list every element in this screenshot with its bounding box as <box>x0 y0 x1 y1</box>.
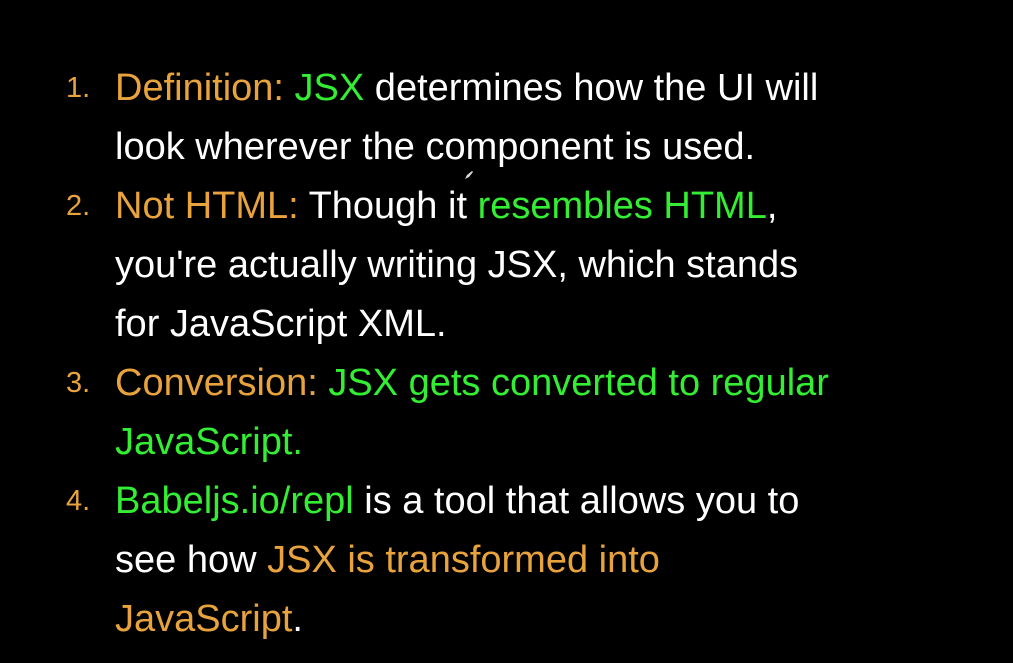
body-text: determines how the UI will <box>364 67 819 109</box>
highlight-text: JavaScript. <box>115 421 303 463</box>
item-line: look wherever the component is used. <box>115 118 966 177</box>
item-line: JavaScript. <box>115 590 966 649</box>
term-label: Not HTML: <box>115 185 309 227</box>
body-text: for JavaScript XML. <box>115 303 447 345</box>
item-number: 1. <box>66 72 91 104</box>
body-text: . <box>292 598 303 640</box>
item-line: see how JSX is transformed into <box>115 531 966 590</box>
slide: 1. Definition: JSX determines how the UI… <box>0 0 1013 663</box>
link-text: Babeljs.io/repl <box>115 480 354 522</box>
item-line: Definition: JSX determines how the UI wi… <box>115 59 966 118</box>
term-label: Conversion: <box>115 362 329 404</box>
body-text: Though it <box>308 185 478 227</box>
highlight-text: JavaScript <box>115 598 293 640</box>
item-number: 3. <box>66 367 91 399</box>
item-line: JavaScript. <box>115 413 966 472</box>
list-item: 4. Babeljs.io/repl is a tool that allows… <box>66 472 966 649</box>
list-item: 3. Conversion: JSX gets converted to reg… <box>66 354 966 472</box>
pen-cursor-icon <box>465 171 473 179</box>
highlight-text: JSX gets converted to regular <box>328 362 829 404</box>
item-number: 2. <box>66 190 91 222</box>
body-text: see how <box>115 539 268 581</box>
list-item: 1. Definition: JSX determines how the UI… <box>66 59 966 177</box>
body-text: is a tool that allows you to <box>353 480 800 522</box>
item-line: Not HTML: Though it resembles HTML, <box>115 177 966 236</box>
highlight-text: resembles HTML <box>477 185 767 227</box>
item-line: Conversion: JSX gets converted to regula… <box>115 354 966 413</box>
item-line: Babeljs.io/repl is a tool that allows yo… <box>115 472 966 531</box>
item-line: you're actually writing JSX, which stand… <box>115 236 966 295</box>
body-text: look wherever the component is used. <box>115 126 756 168</box>
body-text: , <box>766 185 778 227</box>
body-text: you're actually writing JSX, which stand… <box>115 244 799 286</box>
highlight-text: JSX is transformed into <box>267 539 660 581</box>
term-label: Definition: <box>115 67 295 109</box>
list-item: 2. Not HTML: Though it resembles HTML, y… <box>66 177 966 354</box>
highlight-text: JSX <box>294 67 365 109</box>
item-line: for JavaScript XML. <box>115 295 966 354</box>
item-number: 4. <box>66 485 91 517</box>
point-list: 1. Definition: JSX determines how the UI… <box>66 59 966 649</box>
